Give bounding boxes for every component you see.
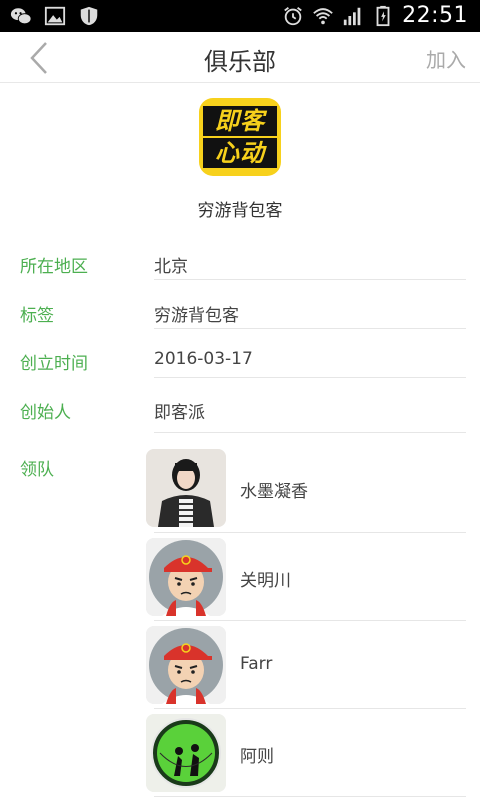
divider <box>154 796 466 797</box>
wechat-icon <box>10 8 32 25</box>
leader-item[interactable]: 阿则 <box>146 714 466 794</box>
founder-value: 即客派 <box>154 403 205 423</box>
divider <box>154 532 466 533</box>
divider <box>154 377 466 378</box>
battery-icon <box>376 5 390 26</box>
avatar <box>146 714 226 792</box>
image-icon <box>44 6 66 26</box>
leader-item[interactable]: Farr <box>146 626 466 706</box>
avatar <box>146 538 226 616</box>
avatar <box>146 626 226 704</box>
leader-name: 关明川 <box>240 571 291 591</box>
hiking-badge-avatar-icon <box>146 714 226 792</box>
girl-photo-avatar-icon <box>146 449 226 527</box>
app-bar: 俱乐部 加入 <box>0 32 480 83</box>
cartoon-cap-avatar-icon <box>146 538 226 616</box>
shield-icon <box>80 6 98 26</box>
divider <box>154 620 466 621</box>
tag-label: 标签 <box>20 306 54 326</box>
founded-date-value: 2016-03-17 <box>154 349 253 369</box>
leaders-label: 领队 <box>20 460 54 480</box>
region-label: 所在地区 <box>20 257 88 277</box>
region-value: 北京 <box>154 257 188 277</box>
signal-icon <box>343 7 361 25</box>
club-logo-text-top: 即客 <box>203 106 277 136</box>
leader-item[interactable]: 关明川 <box>146 538 466 618</box>
join-button[interactable]: 加入 <box>426 44 466 73</box>
club-logo-text-bottom: 心动 <box>203 138 277 168</box>
divider <box>154 279 466 280</box>
status-bar: 22:51 <box>0 0 480 32</box>
leader-item[interactable]: 水墨凝香 <box>146 449 466 529</box>
founder-label: 创始人 <box>20 403 71 423</box>
avatar <box>146 449 226 527</box>
club-name: 穷游背包客 <box>197 201 283 221</box>
alarm-icon <box>284 6 302 25</box>
wifi-icon <box>313 7 333 24</box>
founded-date-label: 创立时间 <box>20 354 88 374</box>
leader-name: Farr <box>240 654 273 674</box>
divider <box>154 708 466 709</box>
divider <box>154 432 466 433</box>
status-time: 22:51 <box>402 3 468 28</box>
leader-name: 水墨凝香 <box>240 482 308 502</box>
club-logo: 即客 心动 <box>199 98 281 176</box>
tag-value: 穷游背包客 <box>154 306 239 326</box>
page-title: 俱乐部 <box>204 48 276 76</box>
cartoon-cap-avatar-icon <box>146 626 226 704</box>
divider <box>154 328 466 329</box>
leader-name: 阿则 <box>240 747 274 767</box>
